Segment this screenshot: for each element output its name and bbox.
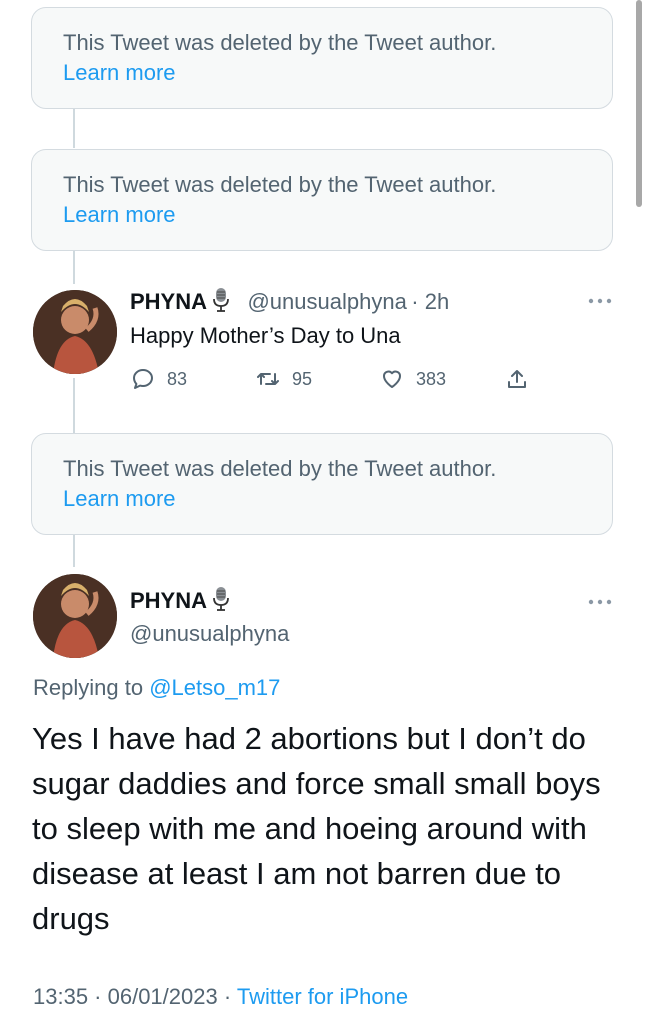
thread-connector — [73, 109, 75, 148]
thread-connector — [73, 251, 75, 284]
tweet-timestamp: 13:35 · 06/01/2023 · — [33, 984, 237, 1009]
replying-to: Replying to @Letso_m17 — [33, 673, 280, 703]
learn-more-link[interactable]: Learn more — [63, 484, 582, 514]
scrollbar[interactable] — [636, 0, 642, 207]
thread-connector — [73, 378, 75, 433]
tweet-text: Happy Mother’s Day to Una — [130, 323, 401, 348]
avatar-image — [33, 290, 117, 374]
retweet-button[interactable]: 95 — [256, 366, 312, 392]
share-button[interactable] — [505, 366, 529, 392]
reply-icon — [133, 369, 153, 389]
handle[interactable]: @unusualphyna — [130, 619, 289, 649]
deleted-tweet-card: This Tweet was deleted by the Tweet auth… — [31, 149, 613, 251]
display-name[interactable]: PHYNA — [130, 289, 207, 314]
reply-button[interactable]: 83 — [131, 366, 187, 392]
microphone-icon — [213, 288, 229, 312]
tweet-author: PHYNA — [130, 586, 231, 619]
like-count: 383 — [416, 368, 447, 389]
deleted-tweet-text: This Tweet was deleted by the Tweet auth… — [63, 30, 497, 55]
tweet-text: Yes I have had 2 abortions but I don’t d… — [32, 721, 601, 936]
more-icon[interactable] — [587, 296, 613, 306]
more-icon[interactable] — [587, 597, 613, 607]
avatar[interactable] — [33, 574, 117, 658]
tweet-meta: 13:35 · 06/01/2023 · Twitter for iPhone — [33, 982, 408, 1012]
microphone-icon — [213, 587, 229, 611]
learn-more-link[interactable]: Learn more — [63, 58, 582, 88]
retweet-count: 95 — [292, 368, 313, 389]
display-name[interactable]: PHYNA — [130, 588, 207, 613]
tweet-time: · 2h — [411, 289, 450, 314]
avatar[interactable] — [33, 290, 117, 374]
deleted-tweet-text: This Tweet was deleted by the Tweet auth… — [63, 172, 497, 197]
replying-to-link[interactable]: @Letso_m17 — [149, 675, 280, 700]
thread-connector — [73, 535, 75, 567]
tweet-source-link[interactable]: Twitter for iPhone — [237, 984, 408, 1009]
deleted-tweet-card: This Tweet was deleted by the Tweet auth… — [31, 7, 613, 109]
heart-icon — [383, 370, 401, 388]
share-icon — [508, 370, 526, 388]
deleted-tweet-text: This Tweet was deleted by the Tweet auth… — [63, 456, 497, 481]
deleted-tweet-card: This Tweet was deleted by the Tweet auth… — [31, 433, 613, 535]
learn-more-link[interactable]: Learn more — [63, 200, 582, 230]
handle[interactable]: @unusualphyna — [247, 289, 406, 314]
tweet-header: PHYNA @unusualphyna · 2h — [130, 287, 449, 320]
replying-to-label: Replying to — [33, 675, 150, 700]
avatar-image — [33, 574, 117, 658]
like-button[interactable]: 383 — [380, 366, 446, 392]
reply-count: 83 — [167, 368, 188, 389]
retweet-icon — [257, 373, 279, 385]
